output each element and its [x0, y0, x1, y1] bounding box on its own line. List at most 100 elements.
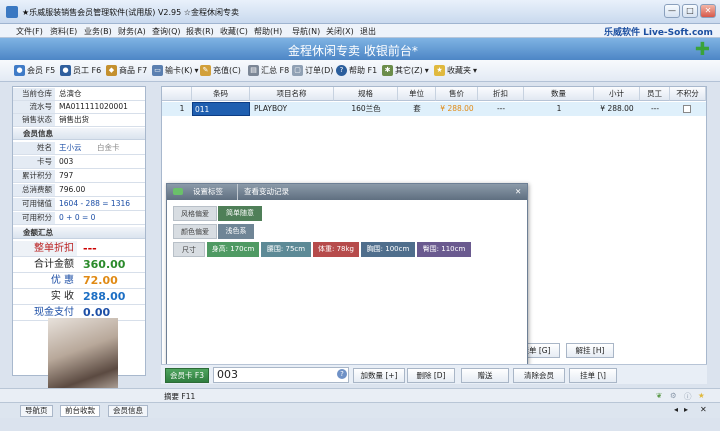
menu-business[interactable]: 业务(B): [84, 26, 112, 37]
star-icon[interactable]: ★: [698, 391, 705, 400]
tab-pos[interactable]: 前台收款: [60, 405, 100, 417]
staff-icon: ●: [60, 65, 71, 76]
order-tool-button[interactable]: ▢ 订单(D): [292, 65, 333, 76]
column-header[interactable]: 折扣: [478, 87, 524, 101]
menu-data[interactable]: 资料(E): [50, 26, 77, 37]
gift-button[interactable]: 赠送: [461, 368, 509, 383]
window-title: ★乐威服装销售会员管理软件(试用版) V2.95 ☆金程休闲专卖: [22, 8, 239, 17]
tab-set-tags[interactable]: 设置标签: [193, 184, 223, 200]
summary-tool-button[interactable]: ▤ 汇总 F8: [248, 65, 289, 76]
chevron-down-icon: ▾: [424, 66, 429, 75]
no-points-checkbox[interactable]: [682, 102, 692, 116]
menu-file[interactable]: 文件(F): [16, 26, 43, 37]
tab-navigation[interactable]: 导航页: [20, 405, 53, 417]
delete-button[interactable]: 删除 [D]: [407, 368, 455, 383]
scroll-left-icon[interactable]: ◂: [674, 405, 678, 414]
plus-icon[interactable]: ✚: [695, 39, 710, 60]
column-header[interactable]: 规格: [334, 87, 398, 101]
menu-finance[interactable]: 财务(A): [118, 26, 146, 37]
tab-member-info[interactable]: 会员信息: [108, 405, 148, 417]
staff-tool-button[interactable]: ● 员工 F6: [60, 65, 101, 76]
member-tool-button[interactable]: ● 会员 F5: [14, 65, 55, 76]
color-pref-value[interactable]: 浅色系: [218, 224, 254, 239]
member-row: 卡号 003: [13, 156, 145, 169]
sum-row: 实 收 288.00: [13, 289, 145, 305]
toolbar: ● 会员 F5 ● 员工 F6 ◆ 商品 F7 ▭ 输卡(K) ▾ ✎ 充值(C) ▤ 汇总 …: [0, 60, 720, 82]
price-cell[interactable]: ¥ 288.00: [436, 102, 478, 116]
column-header[interactable]: 不积分: [670, 87, 706, 101]
member-icon: ●: [14, 65, 25, 76]
member-card-button[interactable]: 会员卡 F3: [165, 368, 209, 383]
dialog-close-icon[interactable]: ✕: [515, 184, 521, 200]
clear-member-button[interactable]: 清除会员: [513, 368, 565, 383]
member-row: 姓名 王小云 白金卡: [13, 142, 145, 155]
recharge-tool-button[interactable]: ✎ 充值(C): [200, 65, 241, 76]
menu-close[interactable]: 关闭(X): [326, 26, 354, 37]
column-header[interactable]: 售价: [436, 87, 478, 101]
close-button[interactable]: ✕: [700, 4, 716, 18]
column-header[interactable]: 小计: [594, 87, 640, 101]
settings-icon[interactable]: ⚙: [670, 391, 677, 400]
help-icon[interactable]: ?: [337, 369, 347, 379]
style-pref-label: 风格偏爱: [173, 206, 217, 221]
unit-cell[interactable]: 套: [398, 102, 436, 116]
menu-exit[interactable]: 退出: [360, 26, 376, 37]
info-icon[interactable]: ⓘ: [684, 391, 692, 402]
size-waist-chip[interactable]: 腰围: 75cm: [261, 242, 311, 257]
brand-label: 乐威软件 Live-Soft.com: [604, 28, 713, 38]
goods-icon: ◆: [106, 65, 117, 76]
goods-tool-button[interactable]: ◆ 商品 F7: [106, 65, 147, 76]
maximize-button[interactable]: □: [682, 4, 698, 18]
quantity-cell[interactable]: 1: [524, 102, 594, 116]
barcode-cell[interactable]: 011: [192, 102, 250, 116]
column-header[interactable]: 单位: [398, 87, 436, 101]
staff-cell[interactable]: ---: [640, 102, 670, 116]
status-bar: 摘要 F11 ❦ ⚙ ⓘ ★: [0, 388, 720, 402]
column-header[interactable]: 数量: [524, 87, 594, 101]
tab-change-log[interactable]: 查看变动记录: [237, 184, 289, 200]
column-header[interactable]: 条码: [192, 87, 250, 101]
size-hip-chip[interactable]: 臀围: 110cm: [417, 242, 471, 257]
menu-help[interactable]: 帮助(H): [254, 26, 282, 37]
scroll-right-icon[interactable]: ▸: [684, 405, 688, 414]
report-icon: ▤: [248, 65, 259, 76]
subtotal-cell[interactable]: ¥ 288.00: [594, 102, 640, 116]
spec-cell[interactable]: 160兰色: [334, 102, 398, 116]
info-row: 当前仓库 总演仓: [13, 88, 145, 101]
sum-row: 整单折扣 ---: [13, 241, 145, 257]
order-icon: ▢: [292, 65, 303, 76]
menu-navigate[interactable]: 导航(N): [292, 26, 320, 37]
column-header[interactable]: 项目名称: [250, 87, 334, 101]
member-row: 可用积分 0 + 0 = 0: [13, 212, 145, 225]
menu-favorites[interactable]: 收藏(C): [220, 26, 248, 37]
help-tool-button[interactable]: ? 帮助 F1: [336, 65, 377, 76]
chevron-down-icon: ▾: [473, 66, 478, 75]
minimize-button[interactable]: —: [664, 4, 680, 18]
member-row: 总消费额 796.00: [13, 184, 145, 197]
menu-report[interactable]: 报表(R): [186, 26, 214, 37]
size-chest-chip[interactable]: 胸围: 100cm: [361, 242, 415, 257]
color-pref-label: 颜色偏爱: [173, 224, 217, 239]
size-weight-chip[interactable]: 体重: 78kg: [313, 242, 359, 257]
banner-title: 金程休闲专卖 收银前台*: [288, 44, 418, 58]
card-tool-button[interactable]: ▭ 输卡(K) ▾: [152, 65, 199, 76]
add-quantity-button[interactable]: 加数量 [+]: [353, 368, 405, 383]
column-header[interactable]: [162, 87, 192, 101]
checkbox[interactable]: [683, 105, 691, 113]
favorites-tool-button[interactable]: ★ 收藏夹 ▾: [434, 65, 477, 76]
member-card-input[interactable]: 003: [213, 367, 349, 383]
close-tab-icon[interactable]: ✕: [700, 405, 707, 414]
hold-bill-button[interactable]: 挂单 [\]: [569, 368, 617, 383]
style-pref-value[interactable]: 简单随意: [218, 206, 262, 221]
resume-order-button[interactable]: 解挂 [H]: [566, 343, 614, 358]
discount-cell[interactable]: ---: [478, 102, 524, 116]
item-name-cell[interactable]: PLAYBOY: [254, 102, 334, 116]
row-index: 1: [179, 104, 185, 113]
menu-query[interactable]: 查询(Q): [152, 26, 181, 37]
other-tool-button[interactable]: ✱ 其它(Z) ▾: [382, 65, 429, 76]
menu-bar: 文件(F) 资料(E) 业务(B) 财务(A) 查询(Q) 报表(R) 收藏(C…: [0, 24, 720, 38]
size-height-chip[interactable]: 身高: 170cm: [207, 242, 259, 257]
leaf-icon: ❦: [656, 391, 663, 400]
column-header[interactable]: 员工: [640, 87, 670, 101]
member-section-title: 会员信息: [13, 128, 145, 140]
